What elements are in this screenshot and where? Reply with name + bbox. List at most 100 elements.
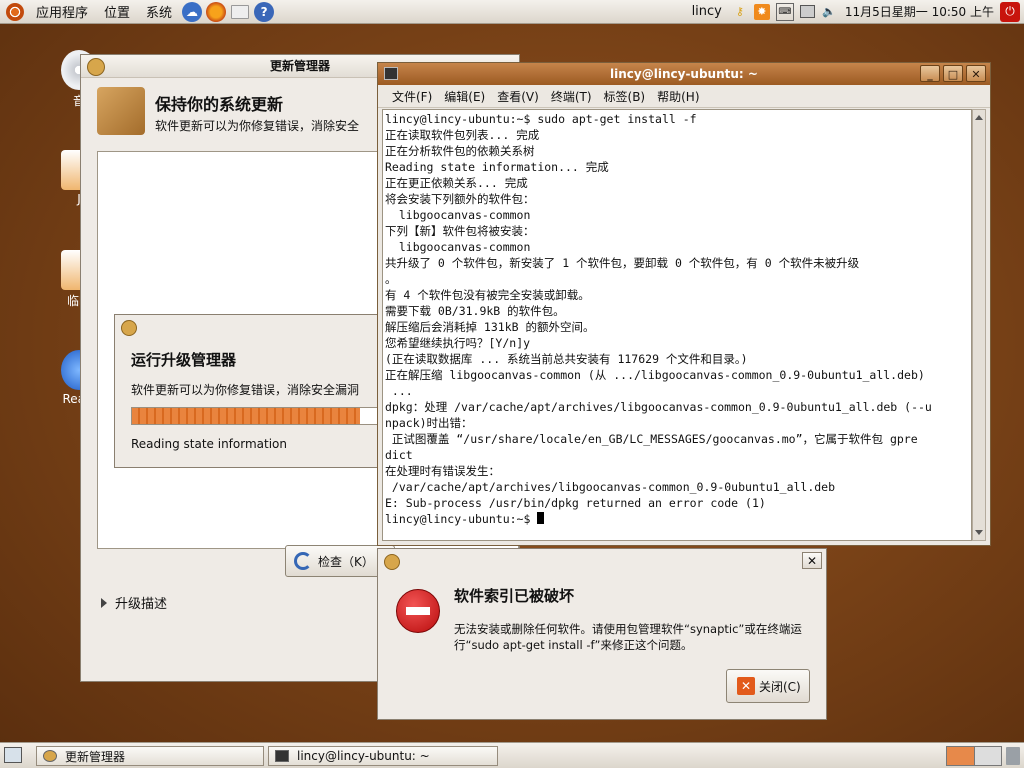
terminal-line: /var/cache/apt/archives/libgoocanvas-com… [385, 480, 836, 494]
taskbar-item-label: lincy@lincy-ubuntu: ~ [297, 749, 430, 763]
close-button[interactable]: ✕ 关闭(C) [726, 669, 810, 703]
terminal-line: 正在更正依赖关系... 完成 [385, 176, 528, 190]
expander-label: 升级描述 [115, 597, 168, 612]
error-message: 无法安装或删除任何软件。请使用包管理软件“synaptic”或在终端运行“sud… [454, 622, 802, 652]
terminal-line: 正试图覆盖 “/usr/share/locale/en_GB/LC_MESSAG… [385, 432, 918, 446]
menu-view[interactable]: 查看(V) [491, 88, 545, 105]
progress-dialog-description: 软件更新可以为你修复错误，消除安全漏洞 [131, 383, 360, 397]
workspace-1[interactable] [947, 747, 975, 765]
terminal-line: 下列【新】软件包将被安装： [385, 224, 535, 238]
clock[interactable]: 11月5日星期一 10:50 上午 [845, 3, 994, 20]
terminal-prompt-line: lincy@lincy-ubuntu:~$ [385, 511, 969, 527]
refresh-icon [294, 552, 312, 570]
volume-icon[interactable]: 🔈 [821, 4, 837, 20]
terminal-line: libgoocanvas-common [385, 208, 531, 222]
progress-status: Reading state information [131, 437, 287, 451]
show-desktop-icon[interactable] [4, 747, 22, 763]
terminal-line: npack)时出错： [385, 416, 473, 430]
close-icon: ✕ [737, 677, 755, 695]
menu-terminal[interactable]: 终端(T) [545, 88, 598, 105]
update-manager-icon [384, 554, 400, 570]
menu-file[interactable]: 文件(F) [386, 88, 438, 105]
terminal-scrollbar[interactable] [972, 109, 986, 541]
terminal-line: 您希望继续执行吗？[Y/n]y [385, 336, 531, 350]
expander-arrow-icon [101, 597, 107, 608]
terminal-line: 解压缩后会消耗掉 131kB 的额外空间。 [385, 320, 595, 334]
update-manager-icon [87, 58, 105, 76]
update-manager-icon [121, 320, 137, 336]
key-icon[interactable]: ⚷ [732, 4, 748, 20]
taskbar-item-label: 更新管理器 [65, 749, 126, 764]
bottom-panel: 更新管理器 lincy@lincy-ubuntu: ~ [0, 742, 1024, 768]
terminal-title: lincy@lincy-ubuntu: ~ [610, 67, 758, 81]
menu-applications[interactable]: 应用程序 [28, 2, 96, 21]
terminal-line: 在处理时有错误发生： [385, 464, 500, 478]
mail-launcher-icon[interactable] [230, 2, 250, 22]
terminal-icon [384, 67, 398, 80]
terminal-window: lincy@lincy-ubuntu: ~ _ □ ✕ 文件(F) 编辑(E) … [377, 62, 991, 546]
maximize-button[interactable]: □ [943, 65, 963, 82]
terminal-line: (正在读取数据库 ... 系统当前总共安装有 117629 个文件和目录。) [385, 352, 748, 366]
top-panel: 应用程序 位置 系统 ☁ ? lincy ⚷ ✸ ⌨ 🔈 11月5日星期一 10… [0, 0, 1024, 24]
update-manager-title: 更新管理器 [269, 59, 330, 73]
menu-tabs[interactable]: 标签(B) [598, 88, 652, 105]
ubuntu-logo-icon[interactable] [6, 2, 24, 21]
trash-icon[interactable] [1006, 747, 1020, 765]
menu-places[interactable]: 位置 [96, 2, 138, 21]
menu-edit[interactable]: 编辑(E) [438, 88, 491, 105]
keyboard-icon[interactable]: ⌨ [775, 2, 794, 21]
chat-launcher-icon[interactable]: ☁ [182, 1, 203, 22]
menu-help[interactable]: 帮助(H) [651, 88, 705, 105]
terminal-line: 正在解压缩 libgoocanvas-common (从 .../libgooc… [385, 368, 925, 382]
taskbar-item-terminal[interactable]: lincy@lincy-ubuntu: ~ [268, 746, 498, 766]
help-launcher-icon[interactable]: ? [254, 1, 275, 22]
update-manager-icon [43, 750, 57, 762]
minimize-button[interactable]: _ [920, 65, 940, 82]
upgrade-description-expander[interactable]: 升级描述 [101, 593, 167, 612]
terminal-prompt: lincy@lincy-ubuntu:~$ [385, 512, 538, 526]
check-button-label: 检查（K） [318, 554, 374, 569]
error-stop-icon [396, 589, 440, 633]
workspace-2[interactable] [974, 747, 1001, 765]
network-icon[interactable] [799, 5, 815, 18]
terminal-line: 将会安装下列额外的软件包： [385, 192, 535, 206]
terminal-line: libgoocanvas-common [385, 240, 531, 254]
terminal-icon [275, 750, 289, 762]
power-icon[interactable]: ⏻ [1000, 1, 1020, 22]
firefox-launcher-icon[interactable] [206, 1, 227, 22]
menu-system[interactable]: 系统 [138, 2, 180, 21]
progress-bar [131, 407, 381, 425]
terminal-line: lincy@lincy-ubuntu:~$ sudo apt-get insta… [385, 112, 697, 126]
scroll-down-arrow-icon[interactable] [975, 530, 983, 535]
progress-bar-fill [132, 408, 361, 424]
terminal-line: dict [385, 448, 413, 462]
top-panel-right: lincy ⚷ ✸ ⌨ 🔈 11月5日星期一 10:50 上午 ⏻ [692, 1, 1024, 22]
scroll-up-arrow-icon[interactable] [975, 115, 983, 120]
window-controls: _ □ ✕ [920, 65, 986, 82]
terminal-output[interactable]: lincy@lincy-ubuntu:~$ sudo apt-get insta… [382, 109, 972, 541]
taskbar-item-update-manager[interactable]: 更新管理器 [36, 746, 264, 766]
workspace-switcher[interactable] [946, 746, 1002, 766]
package-box-icon [97, 87, 145, 135]
terminal-line: 有 4 个软件包没有被完全安装或卸载。 [385, 288, 590, 302]
terminal-cursor [537, 512, 545, 524]
run-upgrade-dialog: 运行升级管理器 软件更新可以为你修复错误，消除安全漏洞 Reading stat… [114, 314, 384, 468]
error-title: 软件索引已被破坏 [454, 587, 575, 605]
terminal-line: dpkg：处理 /var/cache/apt/archives/libgooca… [385, 400, 932, 414]
terminal-line: ... [385, 384, 413, 398]
update-manager-heading: 保持你的系统更新 [155, 95, 284, 114]
close-button-label: 关闭(C) [759, 679, 801, 694]
terminal-menubar: 文件(F) 编辑(E) 查看(V) 终端(T) 标签(B) 帮助(H) [378, 85, 990, 108]
terminal-line: 正在读取软件包列表... 完成 [385, 128, 540, 142]
terminal-line: Reading state information... 完成 [385, 160, 609, 174]
dialog-close-button[interactable]: ✕ [802, 552, 822, 569]
terminal-line: 共升级了 0 个软件包，新安装了 1 个软件包，要卸载 0 个软件包，有 0 个… [385, 256, 860, 270]
terminal-line: E: Sub-process /usr/bin/dpkg returned an… [385, 496, 766, 510]
terminal-line: 。 [385, 272, 397, 286]
terminal-titlebar[interactable]: lincy@lincy-ubuntu: ~ _ □ ✕ [378, 63, 990, 85]
username-label[interactable]: lincy [692, 4, 722, 19]
progress-dialog-title: 运行升级管理器 [131, 351, 237, 369]
close-button[interactable]: ✕ [966, 65, 986, 82]
error-dialog: ✕ 软件索引已被破坏 无法安装或删除任何软件。请使用包管理软件“synaptic… [377, 548, 827, 720]
update-notifier-icon[interactable]: ✸ [753, 3, 770, 20]
